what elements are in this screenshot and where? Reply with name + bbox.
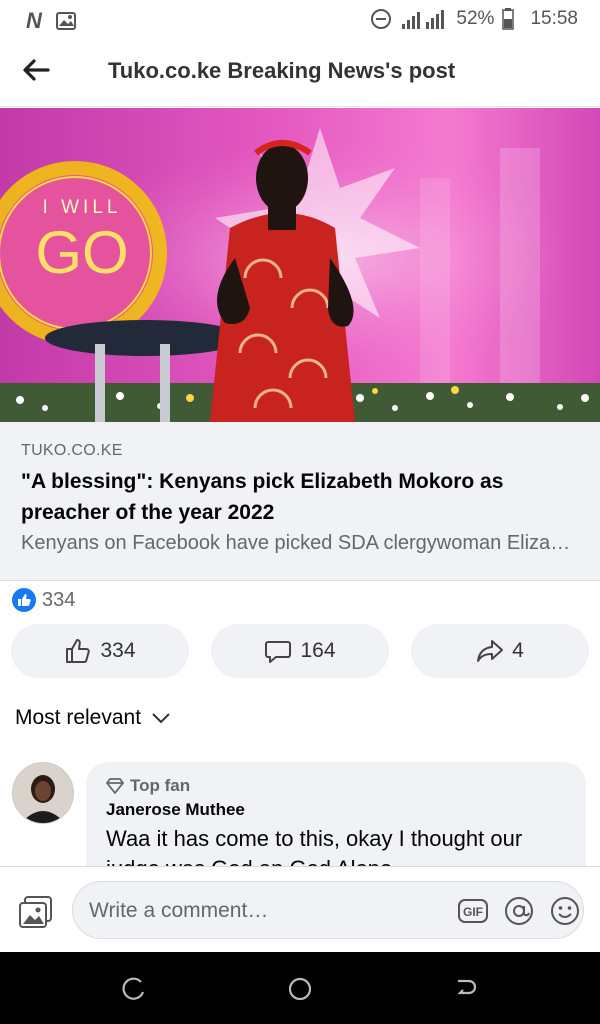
- avatar[interactable]: [12, 762, 74, 824]
- link-domain: TUKO.CO.KE: [21, 442, 123, 459]
- gallery-notification-icon: [55, 12, 76, 30]
- comment-sort-dropdown[interactable]: Most relevant: [15, 706, 171, 730]
- comment-button[interactable]: 164: [211, 624, 389, 678]
- do-not-disturb-icon: [371, 9, 392, 29]
- share-count: 4: [512, 639, 524, 662]
- photo-icon[interactable]: [18, 895, 54, 929]
- at-icon[interactable]: [503, 895, 535, 927]
- battery-level: 52%: [456, 8, 495, 29]
- reaction-count: 334: [42, 588, 76, 611]
- back-arrow-icon[interactable]: [20, 54, 52, 86]
- battery-icon: [502, 8, 515, 30]
- comment-input[interactable]: Write a comment… GIF: [72, 881, 584, 939]
- link-preview[interactable]: TUKO.CO.KE "A blessing": Kenyans pick El…: [0, 422, 600, 581]
- top-fan-label: Top fan: [130, 776, 191, 795]
- like-reaction-icon: [12, 588, 36, 612]
- page-title: Tuko.co.ke Breaking News's post: [108, 58, 456, 83]
- signal-icon: [402, 10, 445, 29]
- n-app-icon: N: [26, 8, 42, 33]
- svg-text:GIF: GIF: [463, 905, 483, 919]
- post-header: Tuko.co.ke Breaking News's post: [0, 38, 600, 107]
- thumbs-up-icon: [66, 639, 91, 663]
- stage-text-i-will: I WILL: [43, 197, 122, 218]
- emoji-icon[interactable]: [549, 895, 581, 927]
- gif-icon[interactable]: GIF: [457, 895, 489, 927]
- stage-text-go: GO: [35, 219, 128, 286]
- home-icon[interactable]: [287, 976, 313, 1002]
- back-nav-icon[interactable]: [453, 976, 479, 1002]
- share-button[interactable]: 4: [411, 624, 589, 678]
- comment-placeholder: Write a comment…: [89, 899, 269, 922]
- system-nav-bar: [0, 952, 600, 1024]
- link-headline[interactable]: "A blessing": Kenyans pick Elizabeth Mok…: [21, 466, 581, 528]
- comment-count: 164: [300, 639, 336, 662]
- chevron-down-icon: [152, 713, 170, 724]
- status-bar: N 52% 15:58: [0, 0, 600, 38]
- top-fan-badge: Top fan: [106, 776, 190, 796]
- share-icon: [477, 640, 504, 662]
- like-count: 334: [100, 639, 136, 662]
- reaction-summary[interactable]: 334: [12, 588, 75, 612]
- recent-apps-icon[interactable]: [121, 976, 147, 1002]
- diamond-icon: [106, 778, 124, 794]
- article-photo[interactable]: I WILL GO: [0, 108, 600, 422]
- like-button[interactable]: 334: [11, 624, 189, 678]
- comment-icon: [265, 641, 292, 663]
- comment-author[interactable]: Janerose Muthee: [106, 800, 245, 820]
- comment-composer: Write a comment… GIF: [0, 866, 600, 953]
- link-description: Kenyans on Facebook have picked SDA cler…: [21, 532, 581, 554]
- clock: 15:58: [530, 8, 578, 29]
- sort-label: Most relevant: [15, 706, 142, 729]
